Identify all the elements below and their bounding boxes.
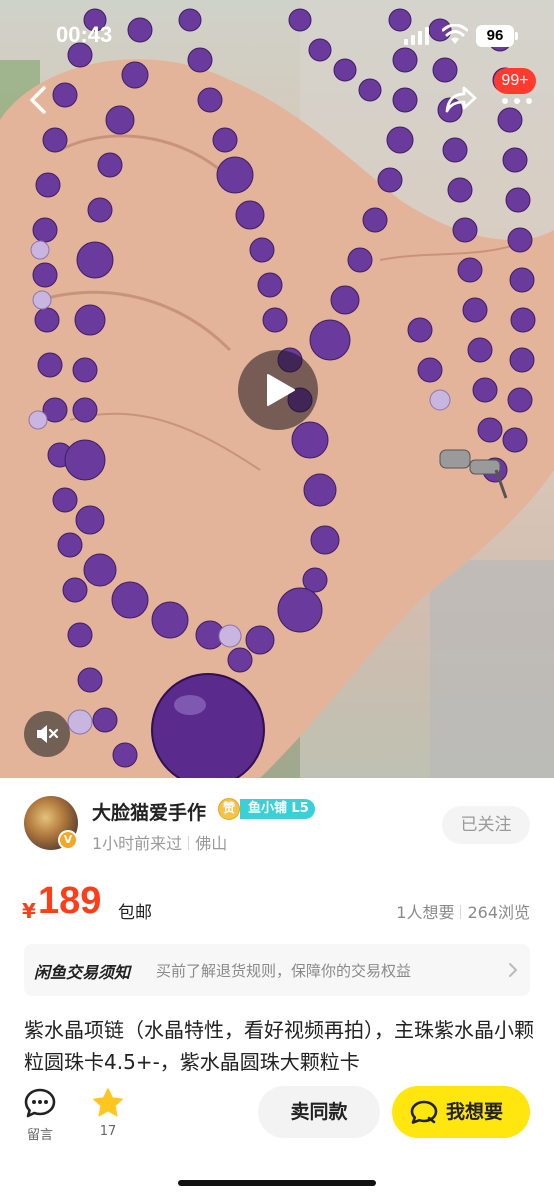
comment-label: 留言 bbox=[26, 1128, 53, 1143]
seller-name[interactable]: 大脸猫爱手作 bbox=[92, 798, 206, 825]
chat-bubble-icon bbox=[24, 1088, 56, 1118]
sell-same-button[interactable]: 卖同款 bbox=[258, 1086, 380, 1138]
comment-button[interactable]: 留言 bbox=[22, 1088, 58, 1143]
wants-count: 1人想要 bbox=[396, 903, 455, 922]
share-arrow-icon bbox=[445, 86, 477, 113]
home-indicator[interactable] bbox=[178, 1180, 376, 1186]
status-time: 00:43 bbox=[56, 22, 113, 47]
meta-divider bbox=[188, 836, 190, 850]
views-count: 264浏览 bbox=[467, 903, 530, 922]
follow-button[interactable]: 已关注 bbox=[442, 806, 530, 844]
wifi-icon bbox=[442, 24, 468, 44]
item-description: 紫水晶项链（水晶特性，看好视频再拍），主珠紫水晶小颗粒圆珠卡4.5+-，紫水晶圆… bbox=[24, 1018, 534, 1074]
verified-badge: V bbox=[58, 830, 78, 850]
want-button[interactable]: 我想要 bbox=[392, 1086, 530, 1138]
play-icon bbox=[267, 374, 295, 406]
seller-location: 佛山 bbox=[195, 834, 228, 853]
bottom-action-bar: 留言 17 卖同款 我想要 bbox=[0, 1078, 554, 1200]
back-button[interactable] bbox=[24, 82, 56, 118]
share-button[interactable] bbox=[444, 84, 478, 114]
notice-title: 闲鱼交易须知 bbox=[34, 963, 131, 982]
favorite-count: 17 bbox=[99, 1124, 117, 1139]
chat-bubble-outline-icon bbox=[410, 1100, 438, 1124]
speaker-muted-icon bbox=[37, 725, 59, 743]
favorite-button[interactable]: 17 bbox=[90, 1088, 126, 1139]
mute-button[interactable] bbox=[24, 711, 70, 757]
more-dots-icon bbox=[502, 98, 532, 104]
signal-icon bbox=[404, 27, 429, 45]
chevron-right-icon bbox=[509, 963, 518, 977]
product-video[interactable]: 00:43 96 99+ bbox=[0, 0, 554, 778]
seller-info: V 大脸猫爱手作 赞 鱼小铺 L5 1小时前来过 佛山 已关注 bbox=[0, 778, 554, 866]
notice-text: 买前了解退货规则，保障你的交易权益 bbox=[156, 962, 412, 980]
zan-badge: 赞 bbox=[218, 798, 240, 820]
stats-divider bbox=[460, 905, 462, 919]
want-label: 我想要 bbox=[446, 1101, 504, 1123]
star-icon bbox=[93, 1088, 123, 1117]
shipping-label: 包邮 bbox=[118, 903, 152, 923]
chevron-left-icon bbox=[30, 86, 46, 114]
play-button[interactable] bbox=[238, 350, 318, 430]
item-stats: 1人想要 264浏览 bbox=[396, 899, 530, 923]
notification-badge: 99+ bbox=[494, 68, 536, 94]
status-bar: 00:43 96 bbox=[0, 0, 554, 74]
shop-level-badge: 鱼小铺 L5 bbox=[240, 799, 315, 819]
last-visit-text: 1小时前来过 bbox=[92, 834, 183, 853]
price-row: ¥ 189 包邮 1人想要 264浏览 bbox=[0, 866, 554, 938]
seller-meta: 1小时前来过 佛山 bbox=[92, 830, 227, 854]
price-amount: 189 bbox=[38, 880, 102, 922]
trade-notice[interactable]: 闲鱼交易须知 买前了解退货规则，保障你的交易权益 bbox=[24, 944, 530, 996]
currency-symbol: ¥ bbox=[22, 899, 36, 923]
battery-indicator: 96 bbox=[476, 25, 518, 47]
